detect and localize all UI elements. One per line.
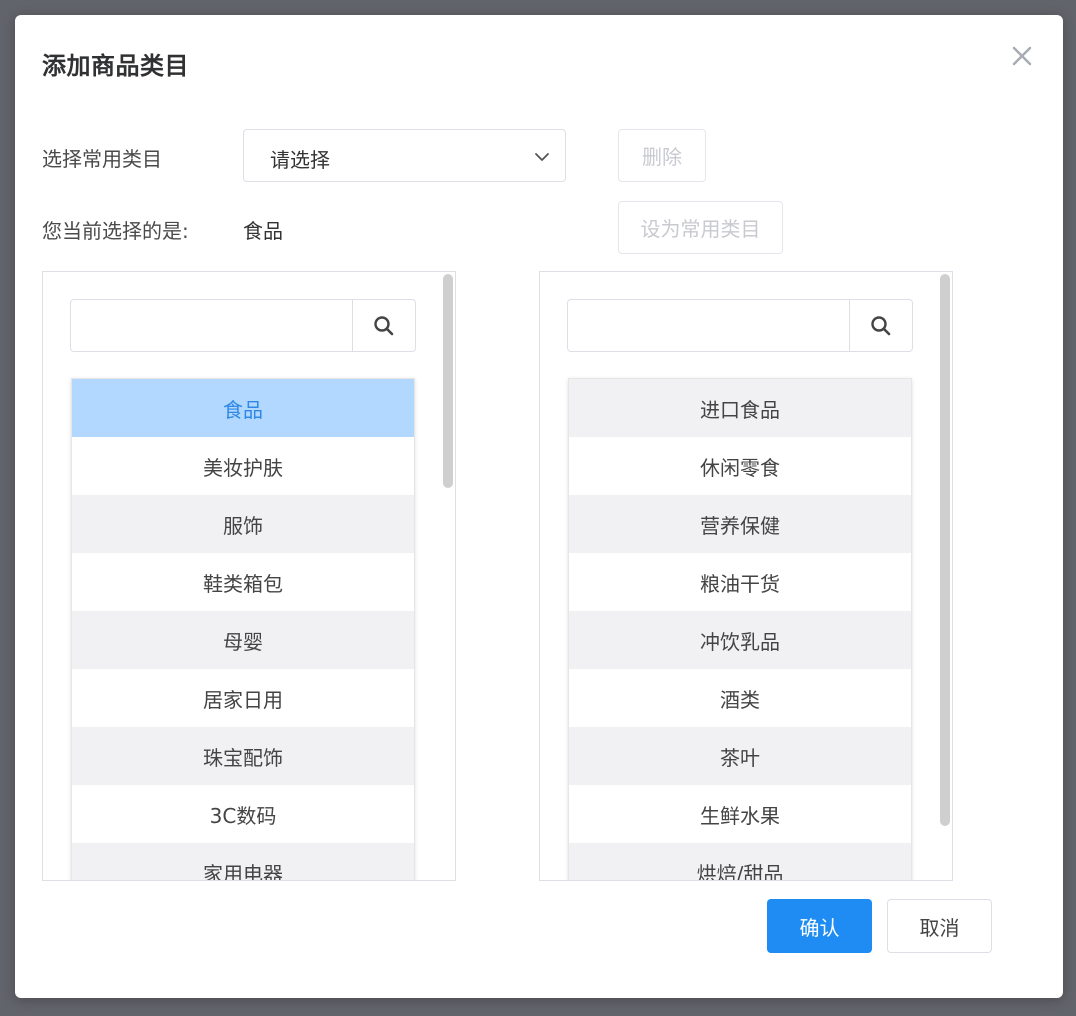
primary-scrollbar-thumb[interactable] [443,274,453,488]
confirm-button[interactable]: 确认 [767,899,872,953]
primary-category-list-item[interactable]: 鞋类箱包 [72,553,414,611]
current-selection-value: 食品 [243,219,283,243]
secondary-category-panel: 进口食品 休闲零食 营养保健 粮油干货 冲饮乳品 酒类 茶叶 生鲜水果 烘焙/甜品 [539,271,953,881]
close-icon[interactable] [1009,43,1035,69]
primary-category-list-item[interactable]: 居家日用 [72,669,414,727]
primary-search-input[interactable] [71,300,353,351]
search-icon [374,315,394,335]
primary-category-list-item[interactable]: 母婴 [72,611,414,669]
primary-search-button[interactable] [352,300,415,351]
common-category-select[interactable]: 请选择 [243,129,566,182]
primary-category-list-item[interactable]: 食品 [72,379,414,437]
add-category-dialog: 添加商品类目 选择常用类目 请选择 删除 您当前选择的是: 食品 设为常用类目 … [15,15,1063,998]
primary-scrollbar[interactable] [441,272,455,880]
delete-button[interactable]: 删除 [618,129,706,182]
secondary-category-list: 进口食品 休闲零食 营养保健 粮油干货 冲饮乳品 酒类 茶叶 生鲜水果 烘焙/甜品 [568,378,912,880]
secondary-search-box [567,299,913,352]
primary-category-list-item[interactable]: 服饰 [72,495,414,553]
secondary-category-list-item[interactable]: 茶叶 [569,727,911,785]
secondary-search-button[interactable] [849,300,912,351]
secondary-category-list-item[interactable]: 冲饮乳品 [569,611,911,669]
primary-search-box [70,299,416,352]
primary-category-panel: 食品 美妆护肤 服饰 鞋类箱包 母婴 居家日用 珠宝配饰 3C数码 家用电器 [42,271,456,881]
secondary-category-list-item[interactable]: 进口食品 [569,379,911,437]
dialog-title: 添加商品类目 [42,52,189,80]
primary-category-list-item[interactable]: 家用电器 [72,843,414,880]
secondary-category-list-item[interactable]: 烘焙/甜品 [569,843,911,880]
primary-category-list: 食品 美妆护肤 服饰 鞋类箱包 母婴 居家日用 珠宝配饰 3C数码 家用电器 [71,378,415,880]
chevron-down-icon [535,153,549,161]
current-selection-label: 您当前选择的是: [42,219,189,243]
cancel-button[interactable]: 取消 [887,899,992,953]
secondary-scrollbar[interactable] [938,272,952,880]
primary-category-list-item[interactable]: 美妆护肤 [72,437,414,495]
secondary-scrollbar-thumb[interactable] [940,274,950,826]
select-value: 请选择 [270,148,330,172]
primary-category-list-item[interactable]: 珠宝配饰 [72,727,414,785]
secondary-category-list-item[interactable]: 粮油干货 [569,553,911,611]
secondary-search-input[interactable] [568,300,850,351]
set-common-category-button[interactable]: 设为常用类目 [618,201,783,254]
secondary-category-list-item[interactable]: 生鲜水果 [569,785,911,843]
secondary-category-list-item[interactable]: 休闲零食 [569,437,911,495]
common-category-label: 选择常用类目 [42,147,162,171]
search-icon [871,315,891,335]
secondary-category-list-item[interactable]: 酒类 [569,669,911,727]
primary-category-list-item[interactable]: 3C数码 [72,785,414,843]
secondary-category-list-item[interactable]: 营养保健 [569,495,911,553]
